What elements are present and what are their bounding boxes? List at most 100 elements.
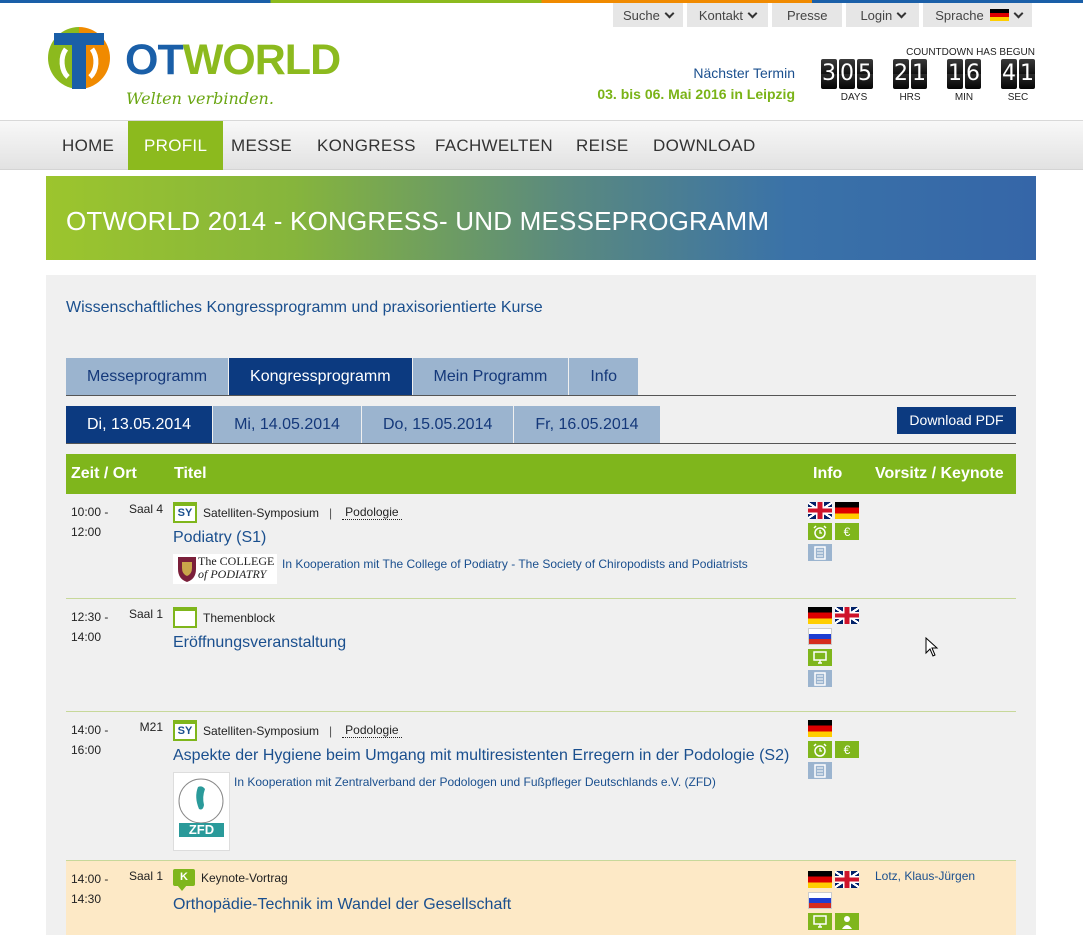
- session-time-start: 14:00 -: [71, 872, 109, 886]
- countdown-seconds: 41 SEC: [1001, 59, 1035, 103]
- session-time-end: 12:00: [71, 525, 102, 539]
- logo-slogan: Welten verbinden.: [126, 89, 274, 108]
- tab-day-tuesday[interactable]: Di, 13.05.2014: [66, 406, 213, 443]
- session-info-icons: [808, 607, 864, 687]
- contact-menu[interactable]: Kontakt: [686, 3, 768, 27]
- session-time-start: 12:30 -: [71, 610, 109, 624]
- session-room: Saal 4: [128, 502, 163, 516]
- download-pdf-button[interactable]: Download PDF: [897, 407, 1016, 434]
- tab-mein-programm[interactable]: Mein Programm: [412, 358, 569, 395]
- field-tag[interactable]: Podologie: [342, 723, 402, 738]
- cooperation-text: In Kooperation mit The College of Podiat…: [282, 557, 748, 571]
- day-tabs: Di, 13.05.2014 Mi, 14.05.2014 Do, 15.05.…: [66, 406, 661, 443]
- countdown-digit: 3: [821, 59, 837, 89]
- col-title: Titel: [174, 465, 207, 482]
- english-flag-icon: [835, 607, 859, 624]
- german-flag-icon: [808, 871, 832, 888]
- program-content: Wissenschaftliches Kongressprogramm und …: [46, 275, 1036, 935]
- alarm-clock-icon[interactable]: [808, 741, 832, 758]
- document-icon[interactable]: [808, 762, 832, 779]
- tab-day-wednesday[interactable]: Mi, 14.05.2014: [213, 406, 361, 443]
- countdown-digit: 1: [1019, 59, 1035, 89]
- session-title-link[interactable]: Eröffnungsveranstaltung: [173, 634, 346, 652]
- countdown-digit: 1: [947, 59, 963, 89]
- countdown-digit: 0: [839, 59, 855, 89]
- field-tag[interactable]: Podologie: [342, 505, 402, 520]
- table-row: 10:00 - 12:00 Saal 4 SY Satelliten-Sympos…: [66, 494, 1016, 599]
- keynote-speaker-link[interactable]: Lotz, Klaus-Jürgen: [875, 869, 975, 883]
- logo-wordmark-ot: OT: [125, 36, 184, 84]
- chevron-down-icon: [1013, 8, 1024, 18]
- session-type: Keynote-Vortrag: [201, 870, 288, 885]
- countdown-digit: 4: [1001, 59, 1017, 89]
- chevron-down-icon: [747, 8, 758, 18]
- podiatry-crest-icon: [178, 557, 196, 582]
- countdown-digit: 1: [911, 59, 927, 89]
- session-type-line: Themenblock: [173, 607, 275, 628]
- countdown-days: 305 DAYS: [821, 59, 873, 103]
- russian-flag-icon: [808, 628, 832, 645]
- presentation-screen-icon[interactable]: [808, 913, 832, 930]
- search-menu[interactable]: Suche: [613, 3, 683, 27]
- euro-icon[interactable]: €: [835, 741, 859, 758]
- col-info: Info: [813, 465, 843, 482]
- login-menu-label: Login: [860, 7, 893, 23]
- document-icon[interactable]: [808, 544, 832, 561]
- session-type-line: SY Satelliten-Symposium | Podologie: [173, 720, 402, 741]
- tab-day-friday[interactable]: Fr, 16.05.2014: [514, 406, 660, 443]
- countdown-seconds-digits: 41: [1001, 59, 1035, 89]
- symposium-icon: SY: [173, 502, 197, 523]
- page-title-banner: OTWORLD 2014 - KONGRESS- UND MESSEPROGRA…: [46, 176, 1036, 260]
- language-menu-label: Sprache: [935, 7, 984, 23]
- utility-menu: Suche Kontakt Presse Login Sprache: [613, 3, 1032, 27]
- keynote-icon: K: [173, 869, 195, 891]
- session-time-start: 14:00 -: [71, 723, 109, 737]
- session-title-link[interactable]: Podiatry (S1): [173, 529, 266, 547]
- press-link[interactable]: Presse: [771, 3, 843, 27]
- nav-item-reise[interactable]: REISE: [560, 121, 645, 170]
- english-flag-icon: [808, 502, 832, 519]
- person-glyph: [842, 915, 852, 929]
- table-row: 12:30 - 14:00 Saal 1 Themenblock Eröffnun…: [66, 599, 1016, 712]
- nav-item-profil[interactable]: PROFIL: [128, 121, 224, 170]
- session-time-end: 16:00: [71, 743, 102, 757]
- german-flag-icon: [808, 720, 832, 737]
- countdown-hours-label: HRS: [899, 92, 921, 103]
- countdown-minutes: 16 MIN: [947, 59, 981, 103]
- document-icon[interactable]: [808, 670, 832, 687]
- nav-item-home[interactable]: HOME: [46, 121, 130, 170]
- session-room: Saal 1: [128, 869, 163, 883]
- language-menu[interactable]: Sprache: [923, 3, 1032, 27]
- session-title-link[interactable]: Orthopädie-Technik im Wandel der Gesells…: [173, 896, 511, 914]
- screen-glyph: [813, 651, 827, 664]
- session-time: 10:00 - 12:00: [71, 502, 108, 542]
- login-menu[interactable]: Login: [846, 3, 920, 27]
- program-subtitle: Wissenschaftliches Kongressprogramm und …: [66, 299, 543, 316]
- nav-item-download[interactable]: DOWNLOAD: [637, 121, 772, 170]
- program-tabs: Messeprogramm Kongressprogramm Mein Prog…: [66, 358, 639, 395]
- table-row: 14:00 - 16:00 M21 SY Satelliten-Symposium…: [66, 712, 1016, 861]
- session-info-icons: €: [808, 502, 864, 561]
- countdown-hours: 21 HRS: [893, 59, 927, 103]
- nav-item-messe[interactable]: MESSE: [215, 121, 308, 170]
- empty-slot: [835, 628, 859, 645]
- euro-icon[interactable]: €: [835, 523, 859, 540]
- tab-info[interactable]: Info: [569, 358, 639, 395]
- tab-messeprogramm[interactable]: Messeprogramm: [66, 358, 229, 395]
- empty-slot: [835, 892, 859, 909]
- alarm-clock-icon[interactable]: [808, 523, 832, 540]
- empty-slot: [835, 720, 859, 737]
- countdown-minutes-label: MIN: [954, 92, 974, 103]
- person-icon[interactable]: [835, 913, 859, 930]
- session-title-link[interactable]: Aspekte der Hygiene beim Umgang mit mult…: [173, 747, 789, 765]
- session-type-line: SY Satelliten-Symposium | Podologie: [173, 502, 402, 523]
- nav-item-fachwelten[interactable]: FACHWELTEN: [419, 121, 569, 170]
- table-row-keynote: 14:00 - 14:30 Saal 1 K Keynote-Vortrag Or…: [66, 861, 1016, 935]
- tab-kongressprogramm[interactable]: Kongressprogramm: [229, 358, 412, 395]
- countdown-digit: 6: [965, 59, 981, 89]
- nav-item-kongress[interactable]: KONGRESS: [301, 121, 432, 170]
- session-time: 14:00 - 16:00: [71, 720, 108, 760]
- session-type: Satelliten-Symposium: [203, 723, 320, 738]
- tab-day-thursday[interactable]: Do, 15.05.2014: [361, 406, 514, 443]
- presentation-screen-icon[interactable]: [808, 649, 832, 666]
